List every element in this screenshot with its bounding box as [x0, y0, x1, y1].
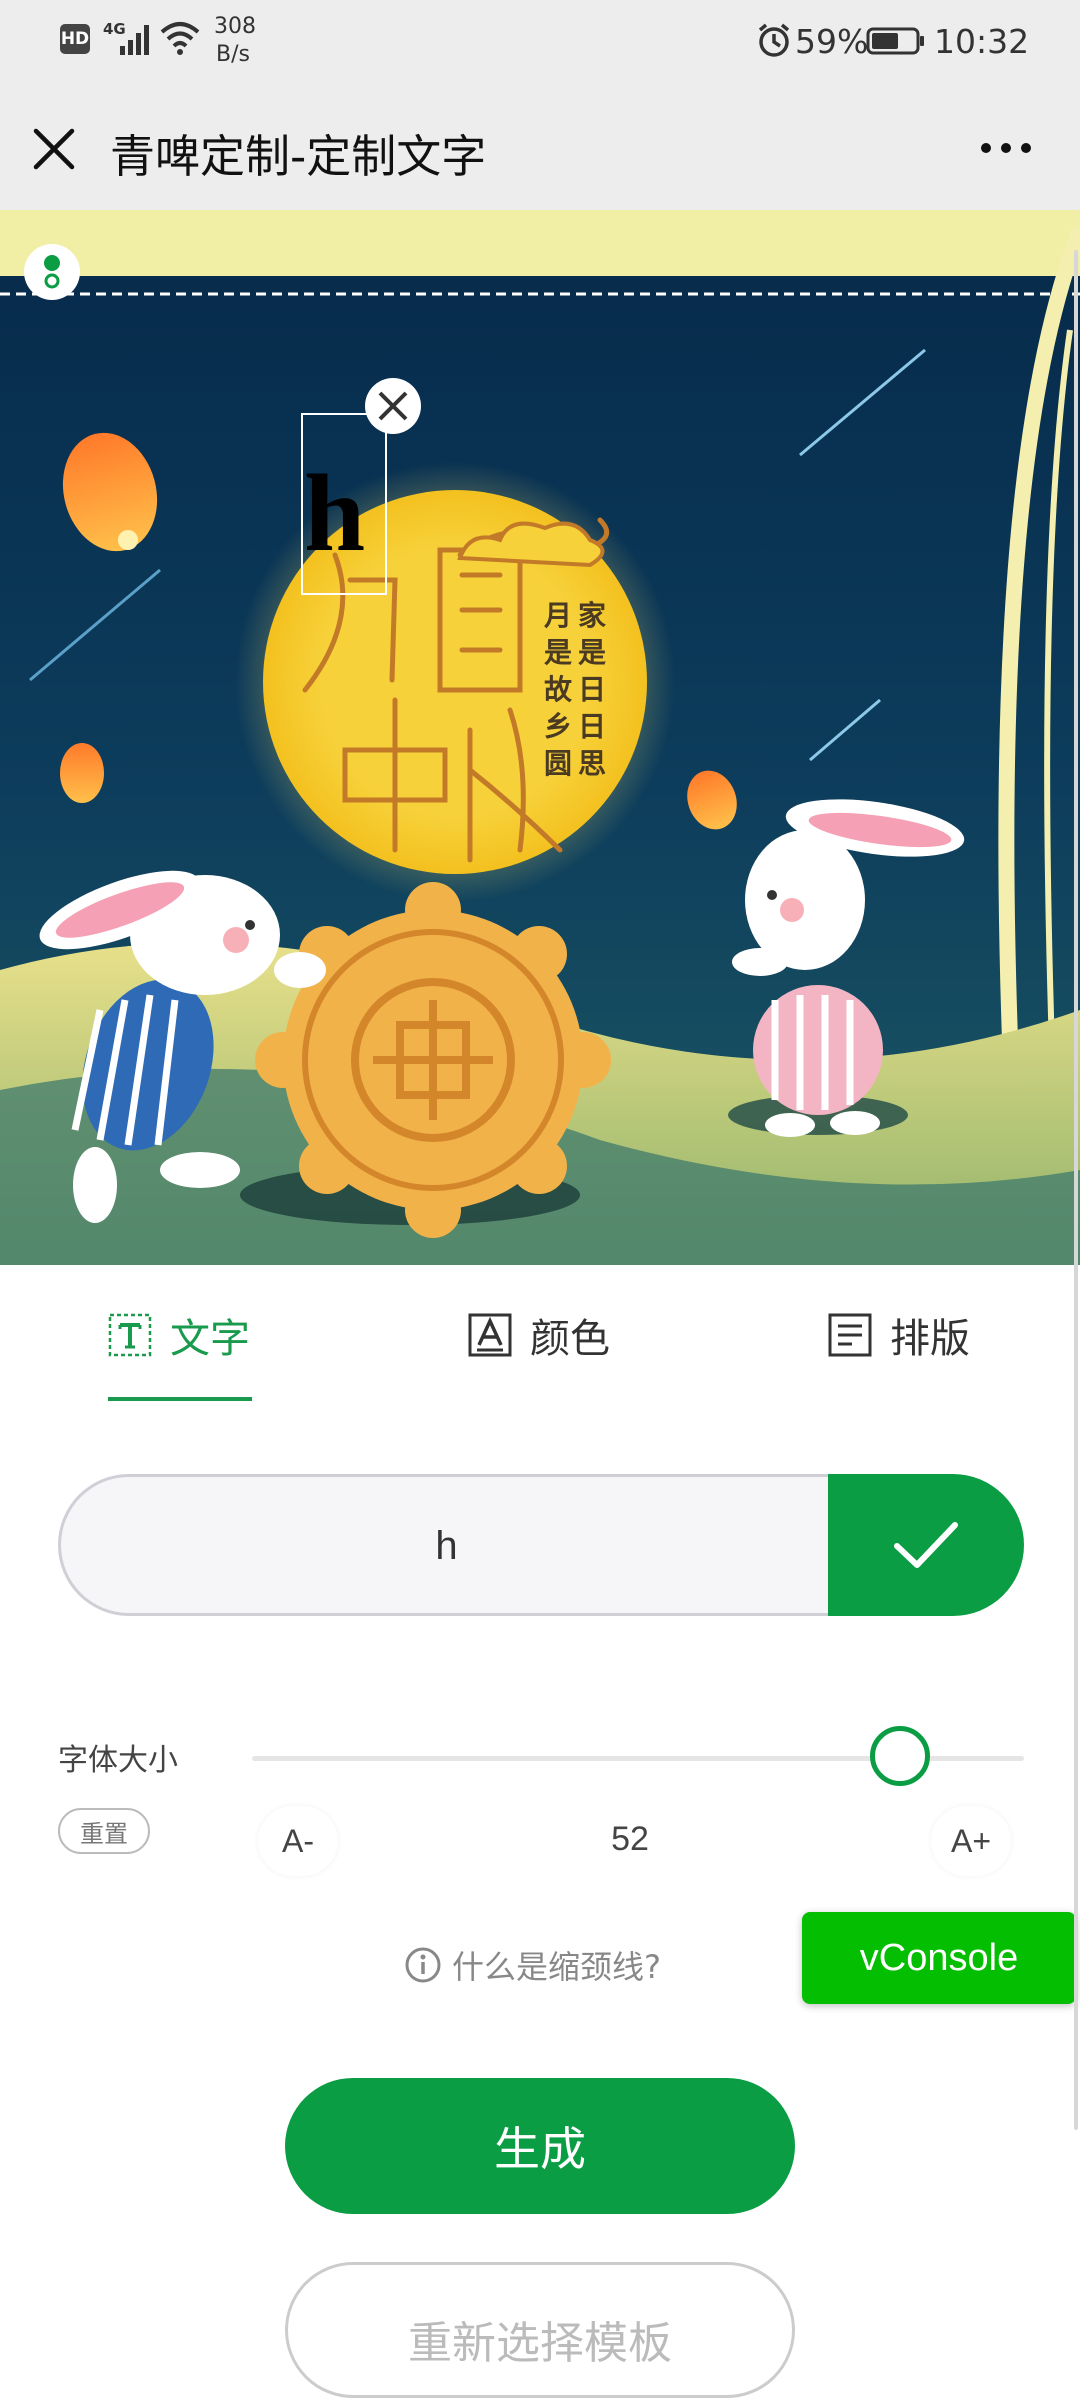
info-icon — [405, 1947, 441, 1983]
help-link[interactable]: 什么是缩颈线? — [404, 1942, 661, 1988]
poem-char: 月 — [543, 599, 572, 632]
poem-char: 故 — [544, 673, 572, 706]
close-icon[interactable] — [30, 125, 78, 173]
battery-percent: 59% — [795, 22, 869, 61]
font-size-label: 字体大小 — [58, 1743, 178, 1778]
poem-char: 思 — [578, 747, 606, 780]
layout-tab-icon — [828, 1313, 872, 1357]
increase-size-button[interactable]: A+ — [931, 1806, 1011, 1876]
text-input-container — [58, 1474, 832, 1616]
confirm-button[interactable] — [828, 1474, 1024, 1616]
signal-icon — [120, 25, 149, 55]
wifi-icon — [160, 22, 200, 55]
title-bar: 青啤定制-定制文字 — [0, 80, 1080, 210]
color-tab-icon — [468, 1313, 512, 1357]
reselect-template-button[interactable]: 重新选择模板 — [285, 2262, 795, 2398]
tab-text[interactable]: 文字 — [108, 1265, 250, 1405]
hd-badge: HD — [60, 24, 90, 54]
poem-char: 圆 — [544, 747, 572, 780]
text-tab-icon — [108, 1313, 152, 1357]
mid-autumn-artwork: 月 是 故 乡 圆 家 是 日 日 思 h — [0, 210, 1080, 1265]
poem-char: 是 — [578, 636, 606, 669]
tab-layout[interactable]: 排版 — [828, 1265, 970, 1405]
poem-char: 乡 — [544, 710, 572, 743]
help-link-label: 什么是缩颈线? — [452, 1948, 661, 1986]
tab-color[interactable]: 颜色 — [468, 1265, 610, 1405]
page-title: 青啤定制-定制文字 — [110, 130, 487, 183]
overlay-text[interactable]: h — [304, 452, 365, 574]
reset-button[interactable]: 重置 — [58, 1808, 150, 1854]
more-icon[interactable] — [976, 136, 1036, 160]
alarm-icon — [758, 23, 790, 57]
net-speed: 308 — [214, 14, 256, 39]
scrollbar[interactable] — [1074, 250, 1078, 2130]
check-icon — [894, 1522, 958, 1568]
mini-program-badge[interactable] — [24, 244, 80, 300]
net-speed-unit: B/s — [216, 42, 250, 67]
tab-text-label: 文字 — [170, 1316, 250, 1362]
generate-button[interactable]: 生成 — [285, 2078, 795, 2214]
custom-text-input[interactable] — [61, 1477, 832, 1615]
template-preview[interactable]: 月 是 故 乡 圆 家 是 日 日 思 h — [0, 210, 1080, 1265]
poem-char: 日 — [578, 710, 606, 743]
poem-char: 日 — [578, 673, 606, 706]
decrease-size-button[interactable]: A- — [258, 1806, 338, 1876]
clock: 10:32 — [934, 22, 1030, 61]
slider-thumb[interactable] — [870, 1726, 931, 1786]
vconsole-button[interactable]: vConsole — [802, 1912, 1076, 2004]
dots-icon — [44, 255, 60, 289]
font-size-value: 52 — [611, 1820, 649, 1858]
poem-char: 家 — [578, 599, 606, 632]
status-bar: HD 4G 308 B/s 59% 10:32 — [0, 0, 1080, 80]
tab-underline — [108, 1397, 252, 1401]
battery-icon — [866, 27, 924, 55]
tab-layout-label: 排版 — [890, 1316, 970, 1362]
tab-color-label: 颜色 — [530, 1316, 610, 1362]
poem-char: 是 — [544, 636, 572, 669]
